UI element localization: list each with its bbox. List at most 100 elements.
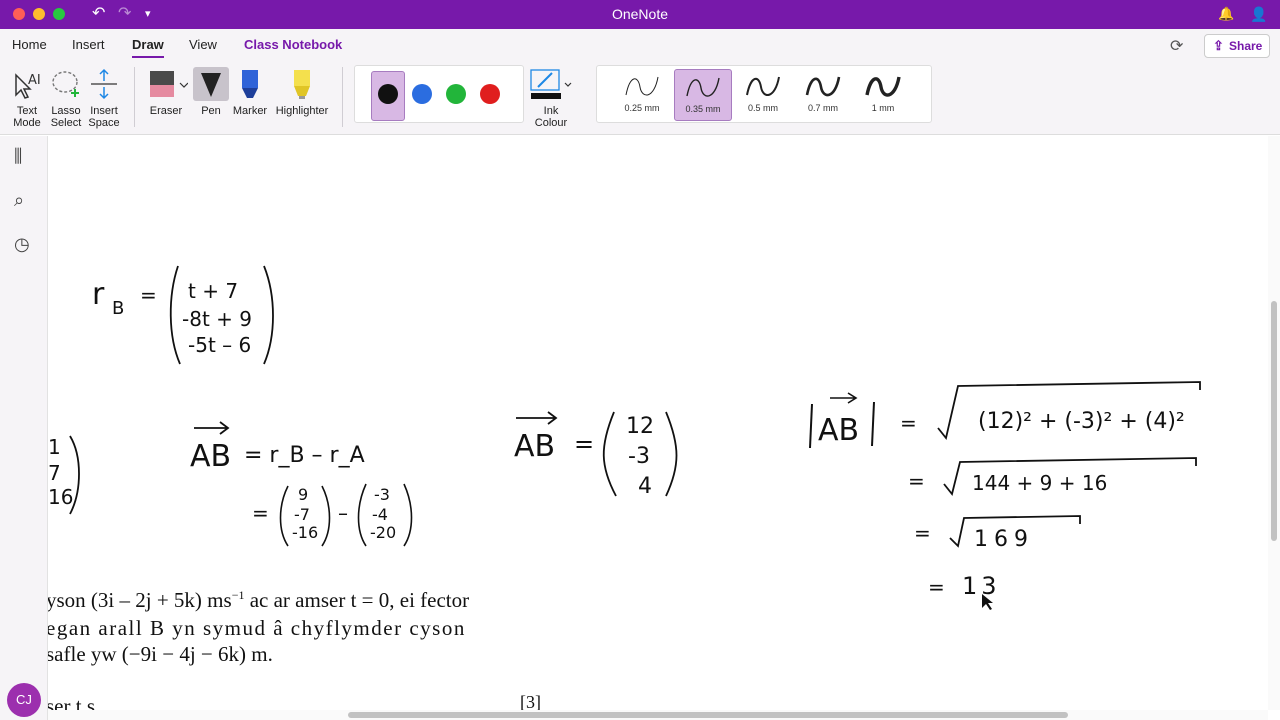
tab-home[interactable]: Home <box>12 37 47 52</box>
title-bar: ↶ ↷ ▾ OneNote 🔔 👤 <box>0 0 1280 29</box>
notification-bell-icon[interactable]: 🔔 <box>1218 4 1234 24</box>
left-bracket <box>357 483 367 547</box>
question-line: yson (3i – 2j + 5k) ms−1 ac ar amser t =… <box>48 588 469 613</box>
eraser-button[interactable]: Eraser <box>144 65 188 117</box>
ribbon-separator <box>134 67 135 127</box>
left-navigation: ⫼ ⌕ ◷ <box>0 136 48 720</box>
pen-label: Pen <box>201 105 221 117</box>
eraser-label: Eraser <box>149 105 183 117</box>
right-bracket <box>665 411 678 497</box>
thickness-1-option[interactable]: 1 mm <box>854 69 912 121</box>
vector-entry: 9 <box>298 485 308 504</box>
pen-icon <box>193 67 229 101</box>
thickness-07-option[interactable]: 0.7 mm <box>794 69 852 121</box>
lasso-icon <box>52 71 79 97</box>
color-blue-swatch[interactable] <box>412 84 432 104</box>
share-button[interactable]: ⇪ Share <box>1204 34 1270 58</box>
vertical-scroll-thumb[interactable] <box>1271 301 1277 541</box>
thickness-05-option[interactable]: 0.5 mm <box>734 69 792 121</box>
text-mode-button[interactable]: AI Text Mode <box>8 65 46 129</box>
abs-bar <box>871 401 875 447</box>
highlighter-button[interactable]: Highlighter <box>272 65 332 117</box>
right-bracket <box>263 265 274 365</box>
magnitude-line: 144 + 9 + 16 <box>972 471 1107 495</box>
vector-entry: 12 <box>626 414 654 439</box>
share-icon: ⇪ <box>1213 38 1224 53</box>
thickness-035-option[interactable]: 0.35 mm <box>674 69 732 121</box>
recent-icon[interactable]: ◷ <box>14 234 30 255</box>
magnitude-line: 169 <box>974 527 1034 552</box>
stroke-sample-icon <box>805 76 841 97</box>
question-text: yson (3 <box>48 588 109 612</box>
question-text: ac ar amser t = 0, ei fector <box>244 588 470 612</box>
tab-view[interactable]: View <box>189 37 217 52</box>
highlighter-icon <box>294 70 310 99</box>
ink-colour-icon <box>530 69 572 99</box>
rB-symbol: r <box>92 277 105 312</box>
horizontal-scroll-thumb[interactable] <box>348 712 1068 718</box>
account-icon[interactable]: 👤 <box>1250 4 1267 24</box>
window-title: OneNote <box>611 6 669 22</box>
color-black-swatch[interactable] <box>378 84 398 104</box>
search-icon[interactable]: ⌕ <box>14 190 24 211</box>
avatar[interactable]: CJ <box>7 683 41 717</box>
highlighter-label: Highlighter <box>275 105 329 117</box>
rB-row: -5t – 6 <box>188 333 251 357</box>
equals-sign: = <box>928 575 945 599</box>
vector-arrow <box>194 421 230 435</box>
vector-entry: -3 <box>374 485 390 504</box>
vector-entry: 4 <box>638 474 652 499</box>
right-bracket <box>321 485 331 547</box>
marker-icon <box>242 70 258 98</box>
pen-color-group <box>354 65 524 123</box>
notebooks-icon[interactable]: ⫼ <box>14 146 22 167</box>
equals-sign: = <box>252 501 269 525</box>
color-green-swatch[interactable] <box>446 84 466 104</box>
rB-subscript: B <box>112 298 124 319</box>
equals-sign: = <box>914 521 931 545</box>
thickness-label: 1 mm <box>871 103 895 113</box>
marks-label: [3] <box>520 692 541 710</box>
right-bracket <box>403 483 413 547</box>
thickness-label: 0.7 mm <box>807 103 838 113</box>
marker-button[interactable]: Marker <box>232 65 268 117</box>
ink-colour-label: Ink Colour <box>534 105 568 129</box>
vector-arrow <box>516 411 558 425</box>
rB-row: t + 7 <box>188 279 238 303</box>
insert-space-button[interactable]: Insert Space <box>86 65 122 129</box>
color-red-swatch[interactable] <box>480 84 500 104</box>
question-line: ser t s <box>48 694 95 710</box>
insert-space-icon <box>91 68 117 100</box>
tab-draw[interactable]: Draw <box>132 37 164 58</box>
share-label: Share <box>1229 39 1263 53</box>
thickness-label: 0.5 mm <box>747 103 778 113</box>
magnitude-line: (12)² + (-3)² + (4)² <box>978 409 1185 434</box>
sync-icon[interactable]: ⟳ <box>1170 36 1183 56</box>
vector-arrow <box>830 392 858 404</box>
stroke-sample-icon <box>746 76 780 96</box>
pen-button[interactable]: Pen <box>193 65 229 117</box>
eraser-icon <box>150 71 188 97</box>
rB-equals: = <box>140 283 157 307</box>
thickness-label: 0.25 mm <box>624 103 660 113</box>
partial-row: 7 <box>48 461 61 485</box>
vector-entry: -16 <box>292 523 318 542</box>
question-line: safle yw (−9i − 4j − 6k) m. <box>48 642 273 666</box>
equals-sign: = <box>900 411 917 435</box>
minus-sign: – <box>338 501 348 525</box>
page-canvas[interactable]: r B = t + 7 -8t + 9 -5t – 6 1 7 16 AB = … <box>48 136 1268 710</box>
AB-equation: = r_B – r_A <box>244 443 365 468</box>
thickness-025-option[interactable]: 0.25 mm <box>613 69 671 121</box>
tab-insert[interactable]: Insert <box>72 37 105 52</box>
AB-label: AB <box>190 439 231 474</box>
vector-entry: -3 <box>628 444 650 469</box>
marker-label: Marker <box>232 105 268 117</box>
tab-class-notebook[interactable]: Class Notebook <box>244 37 342 52</box>
vertical-scrollbar[interactable] <box>1268 136 1280 710</box>
question-line: egan arall B yn symud â chyflymder cyson <box>48 616 466 640</box>
horizontal-scrollbar[interactable] <box>48 710 1268 720</box>
ink-colour-button[interactable]: Ink Colour <box>528 65 574 129</box>
vector-entry: -20 <box>370 523 396 542</box>
lasso-select-button[interactable]: Lasso Select <box>48 65 84 129</box>
partial-row: 16 <box>48 485 73 509</box>
